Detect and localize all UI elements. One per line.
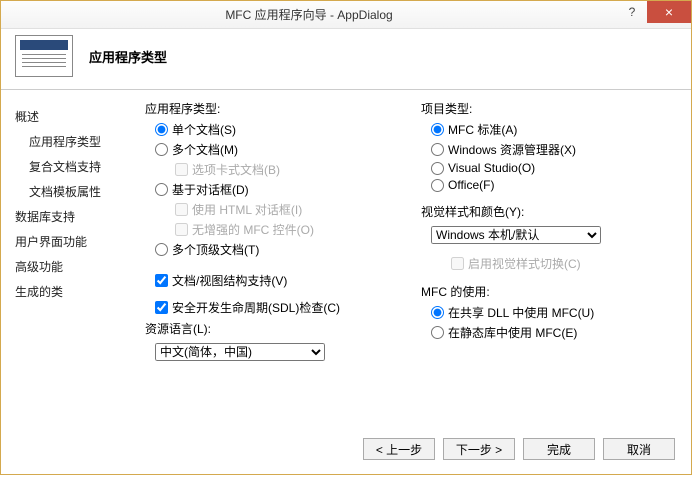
- right-column: 项目类型: MFC 标准(A) Windows 资源管理器(X) Visual …: [421, 100, 677, 424]
- label-dialog: 基于对话框(D): [172, 181, 249, 198]
- check-doc-view[interactable]: [155, 274, 168, 287]
- app-type-icon: [15, 35, 73, 77]
- label-no-enhanced: 无增强的 MFC 控件(O): [192, 221, 314, 238]
- label-tabbed: 选项卡式文档(B): [192, 161, 280, 178]
- sidebar: 概述 应用程序类型 复合文档支持 文档模板属性 数据库支持 用户界面功能 高级功…: [15, 100, 145, 424]
- label-shared-dll: 在共享 DLL 中使用 MFC(U): [448, 304, 594, 321]
- check-html-dialog: [175, 203, 188, 216]
- radio-vs[interactable]: [431, 162, 444, 175]
- label-doc-view: 文档/视图结构支持(V): [172, 272, 287, 289]
- cancel-button[interactable]: 取消: [603, 438, 675, 460]
- radio-mfc-std[interactable]: [431, 123, 444, 136]
- sidebar-ui-features[interactable]: 用户界面功能: [15, 233, 145, 250]
- sidebar-adv-features[interactable]: 高级功能: [15, 258, 145, 275]
- sidebar-template-props[interactable]: 文档模板属性: [15, 183, 145, 200]
- help-button[interactable]: ?: [617, 1, 647, 23]
- label-win-explorer: Windows 资源管理器(X): [448, 141, 576, 158]
- radio-dialog[interactable]: [155, 183, 168, 196]
- finish-button[interactable]: 完成: [523, 438, 595, 460]
- wizard-window: MFC 应用程序向导 - AppDialog ? × 应用程序类型 概述 应用程…: [0, 0, 692, 475]
- radio-multi-top[interactable]: [155, 243, 168, 256]
- close-button[interactable]: ×: [647, 1, 691, 23]
- radio-multi-doc[interactable]: [155, 143, 168, 156]
- radio-shared-dll[interactable]: [431, 306, 444, 319]
- check-no-enhanced: [175, 223, 188, 236]
- res-lang-label: 资源语言(L):: [145, 320, 401, 337]
- check-sdl[interactable]: [155, 301, 168, 314]
- radio-single-doc[interactable]: [155, 123, 168, 136]
- check-enable-switch: [451, 257, 464, 270]
- window-title: MFC 应用程序向导 - AppDialog: [1, 6, 617, 23]
- radio-office[interactable]: [431, 179, 444, 192]
- label-single-doc: 单个文档(S): [172, 121, 236, 138]
- page-title: 应用程序类型: [89, 47, 167, 66]
- mfc-use-label: MFC 的使用:: [421, 283, 677, 300]
- label-mfc-std: MFC 标准(A): [448, 121, 517, 138]
- label-static-lib: 在静态库中使用 MFC(E): [448, 324, 577, 341]
- footer: < 上一步 下一步 > 完成 取消: [1, 430, 691, 474]
- select-visual-style[interactable]: Windows 本机/默认: [431, 226, 601, 244]
- radio-static-lib[interactable]: [431, 326, 444, 339]
- header: 应用程序类型: [1, 29, 691, 90]
- visual-style-label: 视觉样式和颜色(Y):: [421, 203, 677, 220]
- sidebar-db-support[interactable]: 数据库支持: [15, 208, 145, 225]
- sidebar-app-type[interactable]: 应用程序类型: [15, 133, 145, 150]
- sidebar-gen-classes[interactable]: 生成的类: [15, 283, 145, 300]
- label-office: Office(F): [448, 178, 494, 192]
- label-vs: Visual Studio(O): [448, 161, 535, 175]
- check-tabbed: [175, 163, 188, 176]
- next-button[interactable]: 下一步 >: [443, 438, 515, 460]
- app-type-label: 应用程序类型:: [145, 100, 401, 117]
- prev-button[interactable]: < 上一步: [363, 438, 435, 460]
- label-sdl: 安全开发生命周期(SDL)检查(C): [172, 299, 340, 316]
- sidebar-compound-doc[interactable]: 复合文档支持: [15, 158, 145, 175]
- radio-win-explorer[interactable]: [431, 143, 444, 156]
- label-multi-doc: 多个文档(M): [172, 141, 238, 158]
- left-column: 应用程序类型: 单个文档(S) 多个文档(M) 选项卡式文档(B) 基于对话框(…: [145, 100, 401, 424]
- label-html-dialog: 使用 HTML 对话框(I): [192, 201, 302, 218]
- label-enable-switch: 启用视觉样式切换(C): [468, 255, 581, 272]
- proj-type-label: 项目类型:: [421, 100, 677, 117]
- sidebar-overview[interactable]: 概述: [15, 108, 145, 125]
- select-res-lang[interactable]: 中文(简体，中国): [155, 343, 325, 361]
- titlebar: MFC 应用程序向导 - AppDialog ? ×: [1, 1, 691, 29]
- label-multi-top: 多个顶级文档(T): [172, 241, 259, 258]
